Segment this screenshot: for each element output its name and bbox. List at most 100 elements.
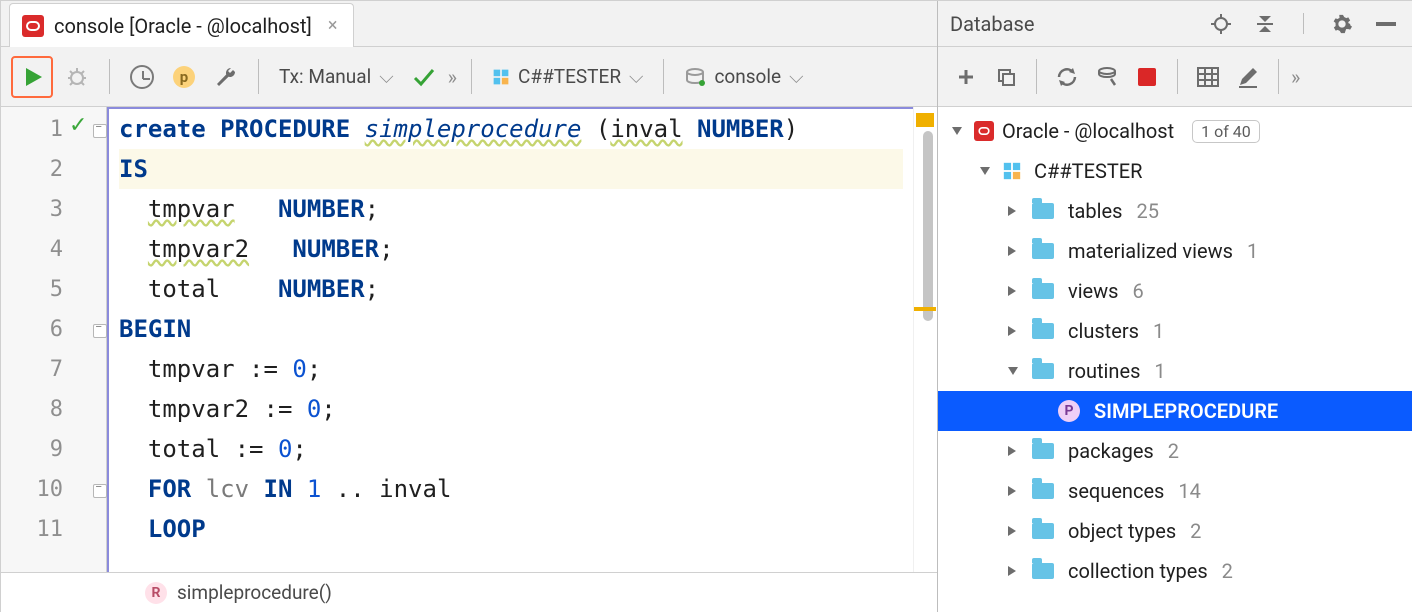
marker-strip[interactable] <box>913 107 937 572</box>
code-line[interactable]: IS <box>119 149 903 189</box>
fold-handle[interactable] <box>93 324 107 338</box>
node-count: 25 <box>1136 199 1158 223</box>
node-count: 2 <box>1190 519 1201 543</box>
close-icon[interactable]: × <box>328 15 338 36</box>
schema-label: C##TESTER <box>1034 159 1142 183</box>
code-line[interactable]: BEGIN <box>119 309 903 349</box>
db-toolbar: » <box>938 47 1412 107</box>
edit-button[interactable] <box>1230 59 1266 95</box>
commit-button[interactable] <box>406 59 442 95</box>
code-line[interactable]: total NUMBER; <box>119 269 903 309</box>
chevron-right-icon <box>1008 326 1016 336</box>
chevron-right-icon <box>1008 526 1016 536</box>
fold-handle[interactable] <box>93 484 107 498</box>
fold-handle[interactable] <box>93 124 107 138</box>
node-label: clusters <box>1068 319 1139 343</box>
line-number: 6 <box>1 317 63 342</box>
chevron-right-icon <box>1008 246 1016 256</box>
chevron-down-icon <box>952 127 962 135</box>
node-count: 1 <box>1153 319 1164 343</box>
separator <box>1036 59 1037 94</box>
tree-row[interactable]: materialized views1 <box>938 231 1412 271</box>
hide-icon[interactable] <box>1372 10 1400 38</box>
tree-row[interactable]: routines1 <box>938 351 1412 391</box>
line-number: 5 <box>1 277 63 302</box>
node-count: 2 <box>1168 439 1179 463</box>
tree-row[interactable]: sequences14 <box>938 471 1412 511</box>
warning-marker[interactable] <box>916 113 934 127</box>
separator <box>663 59 664 94</box>
db-tree[interactable]: Oracle - @localhost1 of 40 C##TESTER table… <box>938 107 1412 612</box>
chevron-down-icon: ⌵ <box>789 65 803 88</box>
schema-label: C##TESTER <box>518 65 621 88</box>
collapse-icon[interactable] <box>1251 10 1279 38</box>
session-label: console <box>714 65 781 88</box>
schema-icon <box>492 68 510 86</box>
more-icon[interactable]: » <box>448 65 457 89</box>
tree-row[interactable]: views6 <box>938 271 1412 311</box>
bug-icon[interactable] <box>59 59 95 95</box>
duplicate-button[interactable] <box>988 59 1024 95</box>
marker[interactable] <box>914 307 936 311</box>
target-icon[interactable] <box>1207 10 1235 38</box>
code-area[interactable]: create PROCEDURE simpleprocedure (inval … <box>107 107 913 572</box>
tree-row[interactable]: collection types2 <box>938 551 1412 591</box>
code-line[interactable]: FOR lcv IN 1 .. inval <box>119 469 903 509</box>
database-tool-window: Database » Oracle - @localhost1 of 40 C##… <box>938 1 1412 612</box>
refresh-button[interactable] <box>1049 59 1085 95</box>
folder-icon <box>1032 523 1054 539</box>
line-number: 1 <box>1 117 63 142</box>
history-button[interactable] <box>124 59 160 95</box>
code-line[interactable]: create PROCEDURE simpleprocedure (inval … <box>119 109 903 149</box>
code-line[interactable]: total := 0; <box>119 429 903 469</box>
tree-row[interactable]: tables25 <box>938 191 1412 231</box>
more-icon[interactable]: » <box>1291 65 1300 89</box>
tree-row[interactable]: Oracle - @localhost1 of 40 <box>938 111 1412 151</box>
gear-icon[interactable] <box>1328 10 1356 38</box>
add-button[interactable] <box>948 59 984 95</box>
breadcrumb-label[interactable]: simpleprocedure() <box>177 581 332 604</box>
tx-mode-label: Tx: Manual <box>279 65 371 88</box>
stop-button[interactable] <box>1129 59 1165 95</box>
editor-tabbar: console [Oracle - @localhost] × <box>1 1 937 47</box>
editor-panel: console [Oracle - @localhost] × p Tx: Ma… <box>1 1 938 612</box>
line-number: 2 <box>1 157 63 182</box>
scrollbar-thumb[interactable] <box>923 131 933 321</box>
code-line[interactable]: tmpvar2 NUMBER; <box>119 229 903 269</box>
node-label: views <box>1068 279 1119 303</box>
chevron-right-icon <box>1008 446 1016 456</box>
code-line[interactable]: tmpvar NUMBER; <box>119 189 903 229</box>
editor[interactable]: 1234567891011✓ create PROCEDURE simplepr… <box>1 107 937 572</box>
filter-button[interactable] <box>1089 59 1125 95</box>
separator <box>258 59 259 94</box>
session-dropdown[interactable]: console ⌵ <box>678 65 809 88</box>
run-button[interactable] <box>11 56 53 98</box>
table-view-button[interactable] <box>1190 59 1226 95</box>
explain-button[interactable]: p <box>166 59 202 95</box>
tree-row[interactable]: PSIMPLEPROCEDURE <box>938 391 1412 431</box>
chevron-down-icon <box>980 167 990 175</box>
chevron-right-icon <box>1008 286 1016 296</box>
code-line[interactable]: tmpvar2 := 0; <box>119 389 903 429</box>
schema-dropdown[interactable]: C##TESTER ⌵ <box>486 65 649 88</box>
separator <box>109 59 110 94</box>
line-number: 8 <box>1 397 63 422</box>
routine-label: SIMPLEPROCEDURE <box>1094 399 1278 423</box>
tab-console[interactable]: console [Oracle - @localhost] × <box>9 3 354 47</box>
tree-row[interactable]: C##TESTER <box>938 151 1412 191</box>
folder-icon <box>1032 283 1054 299</box>
tree-row[interactable]: clusters 1 <box>938 311 1412 351</box>
chevron-right-icon <box>1008 206 1016 216</box>
db-header: Database <box>938 1 1412 47</box>
code-line[interactable]: tmpvar := 0; <box>119 349 903 389</box>
settings-button[interactable] <box>208 59 244 95</box>
tx-mode-dropdown[interactable]: Tx: Manual ⌵ <box>273 65 400 88</box>
check-icon: ✓ <box>69 113 87 138</box>
code-line[interactable]: LOOP <box>119 509 903 549</box>
tree-row[interactable]: object types2 <box>938 511 1412 551</box>
routine-icon: R <box>145 582 167 604</box>
tree-row[interactable]: packages2 <box>938 431 1412 471</box>
line-number: 11 <box>1 517 63 542</box>
line-number: 9 <box>1 437 63 462</box>
stop-icon <box>1138 68 1156 86</box>
